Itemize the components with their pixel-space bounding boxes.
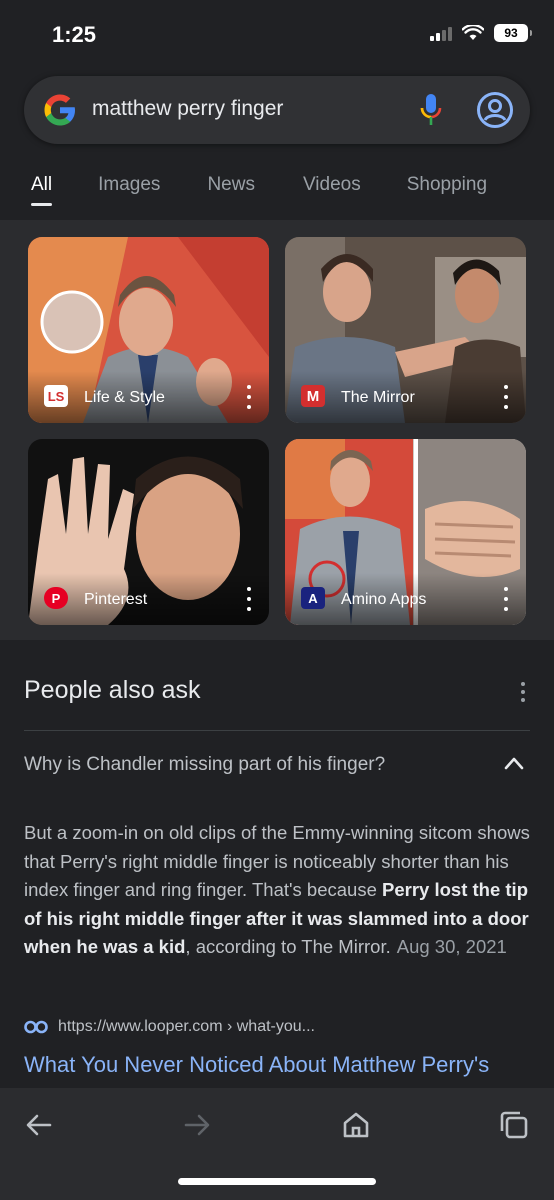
result-source[interactable]: https://www.looper.com › what-you... <box>24 1018 315 1036</box>
tab-images[interactable]: Images <box>98 160 160 206</box>
image-source-name: The Mirror <box>341 389 415 406</box>
home-icon[interactable] <box>339 1108 373 1142</box>
image-source-name: Life & Style <box>84 389 165 406</box>
the-mirror-logo-icon: M <box>301 385 325 407</box>
mic-icon[interactable] <box>418 92 444 128</box>
image-result-card[interactable]: A Amino Apps <box>285 439 526 625</box>
search-input[interactable]: matthew perry finger <box>92 97 283 121</box>
more-options-icon[interactable] <box>500 385 512 409</box>
more-options-icon[interactable] <box>518 682 528 702</box>
amino-apps-logo-icon: A <box>301 587 325 609</box>
chevron-up-icon[interactable] <box>504 756 524 770</box>
status-time: 1:25 <box>52 22 97 47</box>
forward-arrow-icon[interactable] <box>180 1108 214 1142</box>
battery-icon: 93 <box>494 24 532 42</box>
tab-all[interactable]: All <box>31 160 53 206</box>
image-source-name: Pinterest <box>84 591 148 608</box>
life-style-logo-icon: LS <box>44 385 68 407</box>
source-url: https://www.looper.com › what-you... <box>58 1018 315 1035</box>
divider <box>24 730 530 731</box>
result-title-link[interactable]: What You Never Noticed About Matthew Per… <box>24 1052 489 1078</box>
account-icon[interactable] <box>476 91 514 129</box>
answer-text-end: , according to The Mirror. <box>185 936 391 957</box>
status-bar: 1:25 93 <box>0 0 554 70</box>
more-options-icon[interactable] <box>243 385 255 409</box>
more-options-icon[interactable] <box>500 587 512 611</box>
pinterest-logo-icon: P <box>44 587 68 609</box>
paa-answer: But a zoom-in on old clips of the Emmy-w… <box>24 819 530 962</box>
cellular-signal-icon <box>430 25 452 41</box>
status-icons: 93 <box>430 24 532 42</box>
tabs-icon[interactable] <box>497 1108 531 1142</box>
people-also-ask-heading: People also ask <box>24 676 201 704</box>
home-indicator[interactable] <box>178 1178 376 1185</box>
back-arrow-icon[interactable] <box>22 1108 56 1142</box>
answer-date: Aug 30, 2021 <box>396 936 507 957</box>
more-options-icon[interactable] <box>243 587 255 611</box>
wifi-icon <box>462 25 484 40</box>
image-results: LS Life & Style M The Mirror P Pinterest… <box>0 220 554 640</box>
image-result-card[interactable]: M The Mirror <box>285 237 526 423</box>
search-bar[interactable]: matthew perry finger <box>24 76 530 144</box>
paa-question[interactable]: Why is Chandler missing part of his fing… <box>24 754 385 776</box>
looper-logo-icon <box>24 1020 48 1034</box>
image-result-card[interactable]: LS Life & Style <box>28 237 269 423</box>
image-source-name: Amino Apps <box>341 591 427 608</box>
image-result-card[interactable]: P Pinterest <box>28 439 269 625</box>
tab-shopping[interactable]: Shopping <box>407 160 487 206</box>
tab-videos[interactable]: Videos <box>303 160 361 206</box>
section-divider <box>0 640 554 652</box>
google-logo-icon <box>44 94 75 126</box>
search-tabs: All Images News Videos Shopping <box>0 160 554 220</box>
tab-news[interactable]: News <box>207 160 255 206</box>
